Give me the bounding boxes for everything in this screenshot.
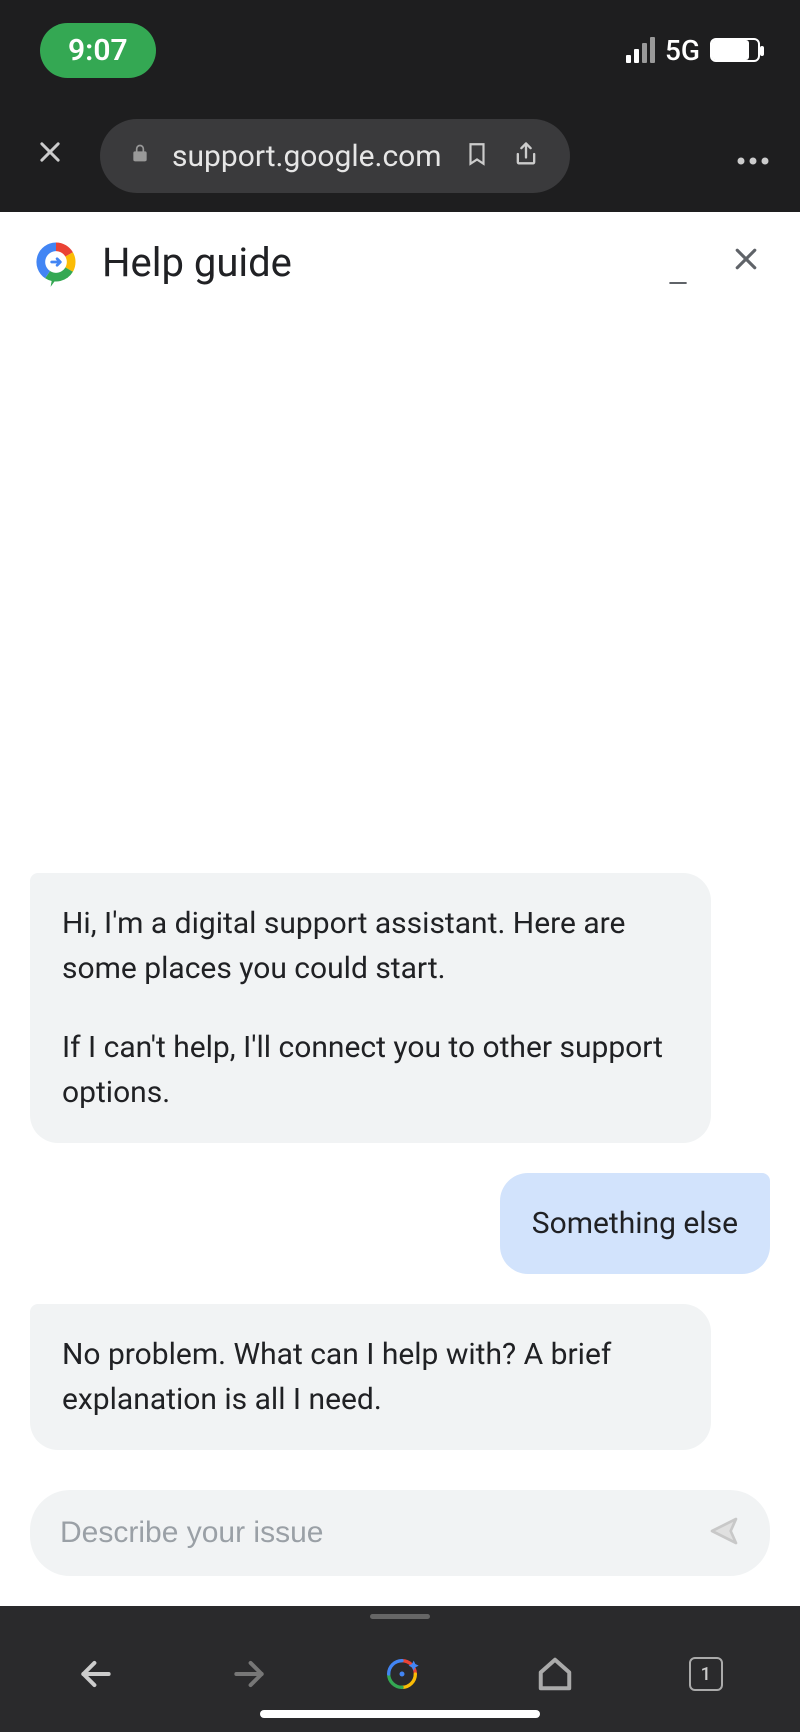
more-menu-button[interactable] — [736, 140, 770, 173]
browser-bar: support.google.com — [0, 100, 800, 212]
address-bar[interactable]: support.google.com — [100, 119, 570, 193]
ai-search-button[interactable] — [382, 1654, 422, 1694]
status-bar: 9:07 5G — [0, 0, 800, 100]
help-guide-panel: Help guide _ Hi, I'm a digital support a… — [0, 212, 800, 1606]
bot-message: No problem. What can I help with? A brie… — [30, 1304, 711, 1450]
bot-message-text: If I can't help, I'll connect you to oth… — [62, 1025, 679, 1115]
drag-handle[interactable] — [0, 1606, 800, 1626]
tabs-button[interactable]: 1 — [689, 1657, 723, 1691]
tab-count: 1 — [689, 1657, 723, 1691]
share-icon[interactable] — [512, 139, 540, 173]
network-type: 5G — [665, 34, 700, 67]
url-text: support.google.com — [172, 139, 442, 174]
bot-message: Hi, I'm a digital support assistant. Her… — [30, 873, 711, 1143]
send-icon[interactable] — [708, 1515, 740, 1551]
back-button[interactable] — [77, 1655, 115, 1693]
status-right: 5G — [626, 34, 760, 67]
signal-icon — [626, 37, 655, 63]
close-help-button[interactable] — [722, 241, 770, 283]
home-indicator[interactable] — [260, 1710, 540, 1718]
bookmark-icon[interactable] — [464, 139, 490, 173]
battery-icon — [710, 38, 760, 62]
minimize-button[interactable]: _ — [654, 245, 702, 292]
bot-message-text: No problem. What can I help with? A brie… — [62, 1337, 611, 1417]
chat-area: Hi, I'm a digital support assistant. Her… — [0, 312, 800, 1606]
home-button[interactable] — [536, 1655, 574, 1693]
bot-message-text: Hi, I'm a digital support assistant. Her… — [62, 901, 679, 991]
user-message-text: Something else — [532, 1206, 738, 1241]
google-chat-icon — [30, 236, 82, 288]
chat-input[interactable] — [60, 1516, 708, 1550]
user-message: Something else — [500, 1173, 770, 1274]
lock-icon — [130, 142, 150, 170]
status-time[interactable]: 9:07 — [40, 23, 156, 78]
help-title: Help guide — [102, 239, 634, 286]
help-header: Help guide _ — [0, 212, 800, 312]
forward-button[interactable] — [230, 1655, 268, 1693]
close-page-button[interactable] — [30, 138, 70, 174]
chat-input-row — [30, 1490, 770, 1576]
